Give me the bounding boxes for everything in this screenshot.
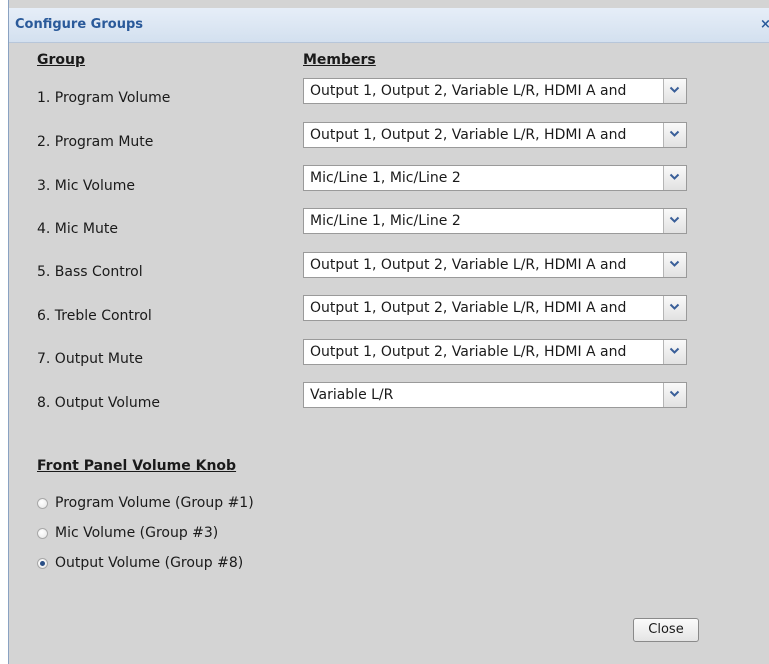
members-select-value: Output 1, Output 2, Variable L/R, HDMI A… (310, 257, 627, 273)
members-select-1[interactable]: Output 1, Output 2, Variable L/R, HDMI A… (303, 78, 687, 104)
group-label-6: 6. Treble Control (37, 308, 152, 324)
chevron-down-icon (669, 216, 680, 223)
members-select-value: Output 1, Output 2, Variable L/R, HDMI A… (310, 344, 627, 360)
radio-button[interactable] (37, 498, 48, 509)
members-select-8[interactable]: Variable L/R (303, 382, 687, 408)
members-select-5[interactable]: Output 1, Output 2, Variable L/R, HDMI A… (303, 252, 687, 278)
close-button[interactable]: Close (633, 618, 699, 642)
members-select-6[interactable]: Output 1, Output 2, Variable L/R, HDMI A… (303, 295, 687, 321)
dropdown-button[interactable] (663, 79, 686, 103)
radio-button-selected[interactable] (37, 558, 48, 569)
radio-label: Mic Volume (Group #3) (55, 525, 219, 541)
group-label-2: 2. Program Mute (37, 134, 154, 150)
members-select-7[interactable]: Output 1, Output 2, Variable L/R, HDMI A… (303, 339, 687, 365)
members-select-2[interactable]: Output 1, Output 2, Variable L/R, HDMI A… (303, 122, 687, 148)
chevron-down-icon (669, 130, 680, 137)
radio-button[interactable] (37, 528, 48, 539)
dropdown-button[interactable] (663, 383, 686, 407)
configure-groups-dialog: Configure Groups × Group Members 1. Prog… (8, 0, 769, 664)
chevron-down-icon (669, 347, 680, 354)
members-select-value: Output 1, Output 2, Variable L/R, HDMI A… (310, 127, 627, 143)
group-label-8: 8. Output Volume (37, 395, 160, 411)
close-icon[interactable]: × (760, 17, 769, 33)
group-label-1: 1. Program Volume (37, 90, 171, 106)
radio-label: Output Volume (Group #8) (55, 555, 244, 571)
dropdown-button[interactable] (663, 253, 686, 277)
dropdown-button[interactable] (663, 209, 686, 233)
chevron-down-icon (669, 86, 680, 93)
members-select-value: Mic/Line 1, Mic/Line 2 (310, 170, 461, 186)
dialog-titlebar: Configure Groups × (9, 8, 769, 43)
members-select-value: Output 1, Output 2, Variable L/R, HDMI A… (310, 300, 627, 316)
members-select-value: Output 1, Output 2, Variable L/R, HDMI A… (310, 83, 627, 99)
members-select-3[interactable]: Mic/Line 1, Mic/Line 2 (303, 165, 687, 191)
members-select-4[interactable]: Mic/Line 1, Mic/Line 2 (303, 208, 687, 234)
dropdown-button[interactable] (663, 123, 686, 147)
group-column-header: Group (37, 52, 86, 68)
chevron-down-icon (669, 390, 680, 397)
front-panel-knob-header: Front Panel Volume Knob (37, 458, 237, 474)
group-label-5: 5. Bass Control (37, 264, 143, 280)
chevron-down-icon (669, 260, 680, 267)
members-select-value: Variable L/R (310, 387, 394, 403)
members-select-value: Mic/Line 1, Mic/Line 2 (310, 213, 461, 229)
dropdown-button[interactable] (663, 296, 686, 320)
dropdown-button[interactable] (663, 166, 686, 190)
chevron-down-icon (669, 173, 680, 180)
members-column-header: Members (303, 52, 376, 68)
group-label-3: 3. Mic Volume (37, 178, 135, 194)
radio-label: Program Volume (Group #1) (55, 495, 254, 511)
group-label-4: 4. Mic Mute (37, 221, 118, 237)
chevron-down-icon (669, 303, 680, 310)
group-label-7: 7. Output Mute (37, 351, 143, 367)
dialog-title: Configure Groups (15, 17, 143, 32)
dropdown-button[interactable] (663, 340, 686, 364)
